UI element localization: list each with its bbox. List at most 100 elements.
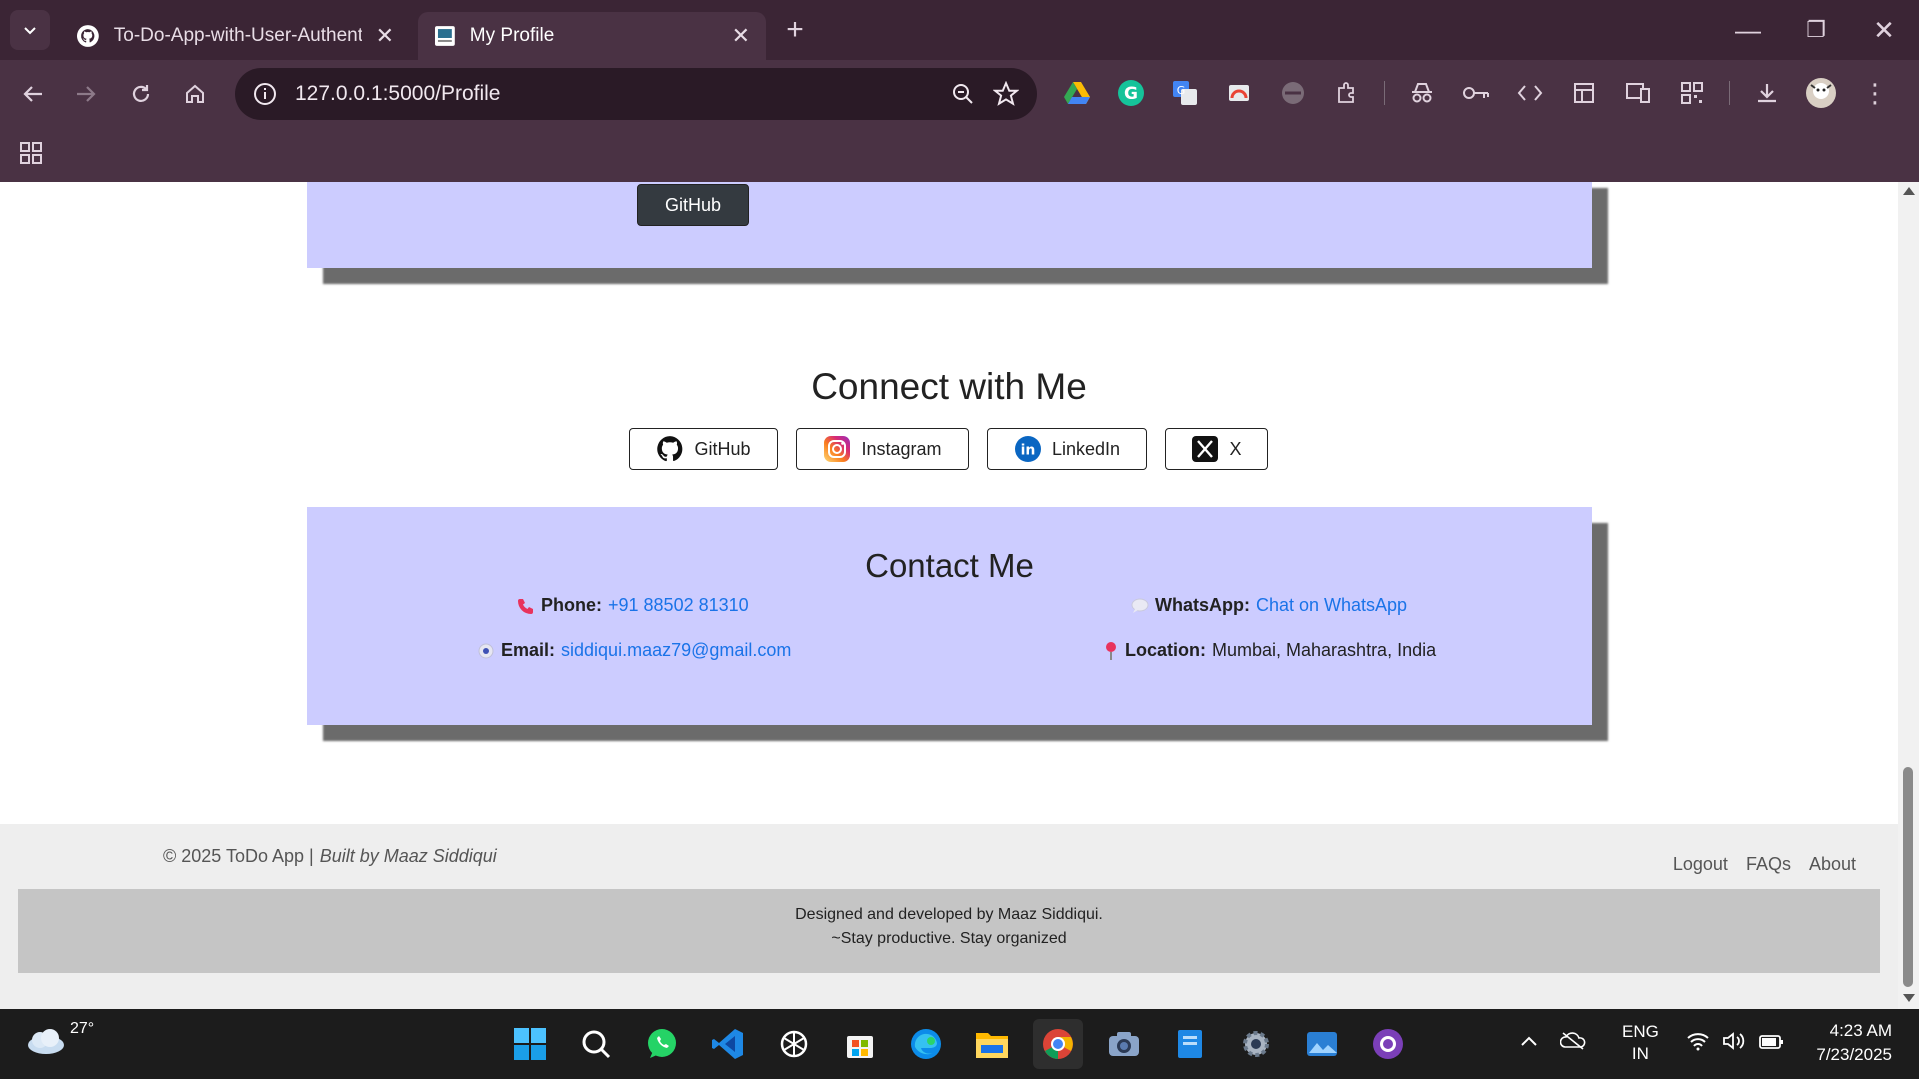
onedrive-off-icon[interactable] [1560, 1031, 1586, 1051]
settings-gear-icon[interactable] [1231, 1019, 1281, 1069]
contact-card: Contact Me Phone: +91 88502 81310 WhatsA… [307, 507, 1592, 725]
location-pin-icon [1106, 641, 1116, 660]
back-button[interactable] [13, 74, 53, 114]
tab-title: My Profile [469, 25, 555, 46]
credit-line-1: Designed and developed by Maaz Siddiqui. [795, 906, 1103, 923]
close-window-button[interactable]: ✕ [1864, 10, 1904, 50]
whatsapp-link[interactable]: Chat on WhatsApp [1256, 595, 1407, 616]
home-button[interactable] [175, 74, 215, 114]
edge-icon[interactable] [901, 1019, 951, 1069]
extensions-puzzle-icon[interactable] [1330, 76, 1364, 110]
page-scrollbar[interactable] [1898, 182, 1919, 1009]
contact-location: Location: Mumbai, Maharashtra, India [1103, 640, 1436, 661]
devices-icon[interactable] [1621, 76, 1655, 110]
social-label: GitHub [694, 438, 751, 459]
file-explorer-icon[interactable] [967, 1019, 1017, 1069]
email-link[interactable]: siddiqui.maaz79@gmail.com [561, 640, 791, 661]
bookmark-star-icon[interactable] [993, 81, 1019, 107]
instagram-icon [824, 436, 851, 462]
status-icons[interactable] [1686, 1031, 1784, 1051]
volume-icon [1723, 1032, 1745, 1050]
whatsapp-label: WhatsApp: [1155, 595, 1250, 615]
arrow-right-icon [77, 86, 96, 102]
minimize-button[interactable]: — [1728, 10, 1768, 50]
grammarly-icon[interactable]: G [1114, 76, 1148, 110]
credit-line-2: ~Stay productive. Stay organized [831, 930, 1067, 947]
zoom-icon[interactable] [951, 82, 975, 106]
github-profile-button[interactable]: GitHub [637, 184, 749, 226]
google-translate-icon[interactable]: G [1168, 76, 1202, 110]
phone-icon [518, 598, 533, 614]
x-icon [1192, 436, 1219, 462]
footer-link-about[interactable]: About [1809, 854, 1856, 875]
scroll-down-arrow-icon[interactable] [1903, 994, 1915, 1002]
social-label: X [1229, 438, 1242, 459]
google-drive-icon[interactable] [1060, 76, 1094, 110]
footer-copyright: © 2025 ToDo App | Built by Maaz Siddiqui [163, 846, 497, 867]
address-bar[interactable]: 127.0.0.1:5000/Profile [235, 68, 1037, 120]
chevron-down-icon [24, 27, 36, 35]
vscode-icon[interactable] [703, 1019, 753, 1069]
apps-grid-icon[interactable] [16, 138, 46, 168]
color-picker-icon[interactable] [1222, 76, 1256, 110]
document-app-icon[interactable] [1165, 1019, 1215, 1069]
scroll-up-arrow-icon[interactable] [1903, 187, 1915, 195]
close-tab-icon[interactable]: ✕ [376, 23, 394, 49]
weather-cloud-icon [28, 1029, 64, 1054]
tab-todo-app[interactable]: To-Do-App-with-User-Authenti ✕ [60, 12, 410, 60]
social-link-x[interactable]: X [1165, 428, 1268, 470]
restore-button[interactable]: ❐ [1796, 10, 1836, 50]
phone-link[interactable]: +91 88502 81310 [608, 595, 749, 616]
forward-button[interactable] [66, 74, 106, 114]
footer-link-faqs[interactable]: FAQs [1746, 854, 1791, 875]
chatgpt-icon[interactable] [769, 1019, 819, 1069]
tab-search-button[interactable] [10, 10, 50, 50]
code-icon[interactable] [1513, 76, 1547, 110]
menu-kebab-icon[interactable]: ⋮ [1858, 76, 1892, 110]
password-key-icon[interactable] [1459, 76, 1493, 110]
chrome-icon[interactable] [1033, 1019, 1083, 1069]
incognito-icon[interactable] [1405, 76, 1439, 110]
microsoft-store-icon[interactable] [835, 1019, 885, 1069]
footer-link-logout[interactable]: Logout [1673, 854, 1728, 875]
region-code: IN [1631, 1044, 1649, 1063]
social-link-instagram[interactable]: Instagram [796, 428, 969, 470]
site-info-icon[interactable] [253, 82, 277, 106]
clock[interactable]: 4:23 AM 7/23/2025 [1806, 1019, 1892, 1067]
blocker-icon[interactable] [1276, 76, 1310, 110]
phone-label: Phone: [541, 595, 602, 615]
github-desktop-icon[interactable] [1363, 1019, 1413, 1069]
photos-app-icon[interactable] [1297, 1019, 1347, 1069]
weather-widget[interactable]: 27° [26, 1020, 94, 1055]
language-indicator[interactable]: ENG IN [1622, 1021, 1659, 1065]
scroll-thumb[interactable] [1903, 767, 1913, 987]
reload-button[interactable] [121, 74, 161, 114]
taskbar-apps [505, 1019, 1413, 1069]
social-link-linkedin[interactable]: in LinkedIn [987, 428, 1147, 470]
social-link-github[interactable]: GitHub [629, 428, 778, 470]
layout-icon[interactable] [1567, 76, 1601, 110]
download-icon[interactable] [1750, 76, 1784, 110]
new-tab-button[interactable]: + [775, 10, 815, 50]
whatsapp-icon[interactable] [637, 1019, 687, 1069]
start-windows-icon[interactable] [505, 1019, 555, 1069]
location-value: Mumbai, Maharashtra, India [1212, 640, 1437, 660]
language-code: ENG [1622, 1022, 1659, 1041]
tab-my-profile[interactable]: My Profile ✕ [418, 12, 766, 60]
camera-icon[interactable] [1099, 1019, 1149, 1069]
url-text[interactable]: 127.0.0.1:5000/Profile [295, 82, 501, 106]
profile-avatar[interactable] [1804, 76, 1838, 110]
system-tray [1520, 1031, 1586, 1051]
search-icon[interactable] [571, 1019, 621, 1069]
contact-title: Contact Me [865, 547, 1034, 584]
social-label: LinkedIn [1051, 438, 1121, 459]
linkedin-icon: in [1014, 436, 1041, 462]
social-label: Instagram [861, 438, 942, 459]
close-tab-icon[interactable]: ✕ [732, 23, 750, 49]
page-viewport: GitHub Connect with Me GitHub Instagram … [0, 182, 1898, 1009]
chevron-up-icon[interactable] [1520, 1035, 1538, 1047]
svg-text:G: G [1124, 84, 1138, 104]
reload-icon [132, 85, 150, 102]
qr-code-icon[interactable] [1675, 76, 1709, 110]
contact-email: Email: siddiqui.maaz79@gmail.com [477, 640, 791, 661]
